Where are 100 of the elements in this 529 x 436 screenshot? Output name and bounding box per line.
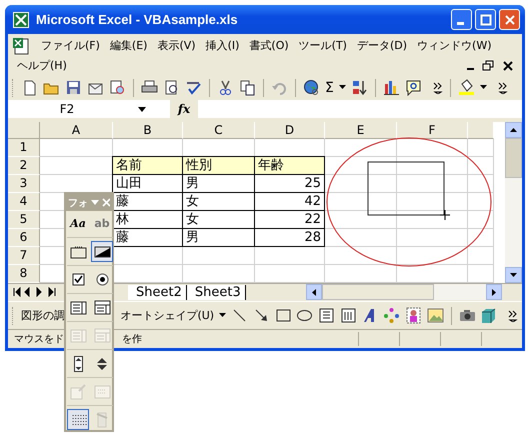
grid-cell — [397, 229, 468, 248]
clipart-icon[interactable] — [405, 307, 422, 324]
save-icon[interactable] — [65, 79, 82, 96]
up-arrow-icon[interactable] — [510, 128, 517, 132]
dialog-icon — [95, 411, 109, 428]
menu-item[interactable]: 編集(E) — [104, 36, 152, 56]
minimize-button[interactable] — [451, 9, 472, 30]
menu-item[interactable]: ファイル(F) — [36, 36, 105, 56]
combo-box-icon — [94, 300, 110, 315]
combo-box-icon — [94, 328, 110, 343]
paint-bucket-icon[interactable] — [458, 79, 475, 96]
scissors-icon[interactable] — [217, 79, 234, 96]
column-header[interactable]: D — [255, 122, 325, 140]
cube-icon[interactable] — [480, 307, 498, 324]
row-header[interactable]: 7 — [8, 247, 40, 266]
horizontal-scrollbar[interactable] — [306, 284, 502, 300]
row-header[interactable]: 4 — [8, 193, 40, 212]
menu-item[interactable]: 書式(O) — [244, 36, 294, 56]
copy-icon[interactable] — [239, 79, 256, 96]
menu-item[interactable]: データ(D) — [352, 36, 412, 56]
minimize-icon[interactable] — [467, 68, 474, 70]
sheet-tab[interactable]: Sheet3 — [186, 284, 246, 300]
maximize-button[interactable] — [475, 9, 496, 30]
group-box-icon — [70, 244, 86, 259]
insert-function-button[interactable]: fx — [170, 100, 198, 118]
grid-cell — [397, 157, 468, 176]
dropdown-icon[interactable] — [480, 85, 487, 90]
chevron-icon[interactable] — [508, 310, 518, 322]
crosshair-cursor — [440, 210, 450, 221]
menu-item[interactable]: ツール(T) — [294, 36, 352, 56]
table-cell: 藤 — [112, 228, 183, 248]
column-header[interactable]: F — [397, 122, 468, 140]
spellcheck-icon[interactable] — [185, 79, 202, 96]
menu-item[interactable]: ヘルプ(H) — [12, 56, 72, 76]
close-icon — [504, 14, 516, 26]
label-tool-button[interactable]: Aa — [67, 213, 89, 234]
menu-item[interactable]: ウィンドウ(W) — [412, 36, 496, 56]
spreadsheet-icon — [13, 12, 29, 28]
chevron-icon[interactable] — [432, 82, 443, 94]
grid-cell — [325, 193, 397, 212]
rectangle-icon[interactable] — [274, 307, 292, 324]
dropdown-icon[interactable] — [138, 106, 146, 112]
bar-chart-icon[interactable] — [382, 79, 400, 96]
table-cell: 28 — [254, 228, 325, 248]
row-header[interactable]: 3 — [8, 175, 40, 194]
maximize-icon — [480, 14, 492, 26]
image-icon[interactable] — [426, 307, 444, 324]
down-arrow-icon[interactable] — [510, 273, 517, 278]
minimize-icon — [456, 22, 464, 25]
rectangle-shape[interactable] — [368, 162, 444, 216]
grid-cell — [468, 247, 494, 266]
grid-cell — [325, 247, 397, 266]
spinner-icon — [96, 356, 108, 370]
row-header[interactable]: 1 — [8, 139, 40, 158]
row-header[interactable]: 5 — [8, 211, 40, 230]
row-header[interactable]: 2 — [8, 157, 40, 176]
grid-cell — [325, 157, 397, 176]
grid-cell — [468, 175, 494, 194]
textbox-icon[interactable] — [318, 307, 335, 324]
grid-cell — [183, 247, 255, 266]
grid-cell — [325, 139, 397, 158]
button-tool-button[interactable] — [91, 241, 113, 262]
globe-icon[interactable] — [303, 79, 320, 96]
autosum-button[interactable]: Σ — [325, 80, 334, 96]
preview-icon[interactable] — [109, 79, 126, 96]
ellipse-shape[interactable] — [326, 138, 492, 267]
restore-icon[interactable] — [482, 60, 494, 72]
print-preview-icon[interactable] — [163, 79, 180, 96]
chevron-icon[interactable] — [498, 82, 508, 94]
row-header[interactable]: 8 — [8, 265, 40, 284]
diagram-icon[interactable] — [383, 307, 400, 324]
close-icon[interactable] — [502, 60, 514, 72]
grid-cell — [325, 229, 397, 248]
column-header[interactable]: A — [40, 122, 113, 140]
autoshapes-menu[interactable]: オートシェイプ(U) — [120, 308, 214, 324]
toolbar-title: フォ — [68, 196, 88, 210]
sheet-tab[interactable]: Sheet2 — [128, 284, 187, 300]
grid-tool-button[interactable] — [67, 409, 89, 430]
dropdown-icon[interactable] — [219, 313, 226, 318]
grid-cell — [468, 193, 494, 212]
left-arrow-icon[interactable] — [312, 288, 316, 296]
right-arrow-icon[interactable] — [492, 288, 496, 296]
column-header[interactable]: C — [183, 122, 255, 140]
grid-cell — [397, 211, 468, 230]
vertical-textbox-icon[interactable] — [340, 307, 357, 324]
grid-cell — [325, 175, 397, 194]
status-text: を作 — [122, 333, 142, 346]
column-header[interactable]: E — [325, 122, 397, 140]
dropdown-icon[interactable] — [338, 85, 346, 90]
grid-cell — [255, 247, 325, 266]
row-header[interactable]: 6 — [8, 229, 40, 248]
menu-item[interactable]: 挿入(I) — [200, 36, 244, 56]
menu-item[interactable]: 表示(V) — [152, 36, 201, 56]
sort-icon[interactable] — [350, 79, 368, 96]
vertical-scrollbar[interactable] — [505, 122, 522, 284]
help-icon[interactable] — [404, 79, 422, 96]
column-header[interactable]: B — [113, 122, 183, 140]
grid-cell — [397, 175, 468, 194]
button-icon — [94, 246, 110, 258]
close-button[interactable] — [499, 9, 520, 30]
